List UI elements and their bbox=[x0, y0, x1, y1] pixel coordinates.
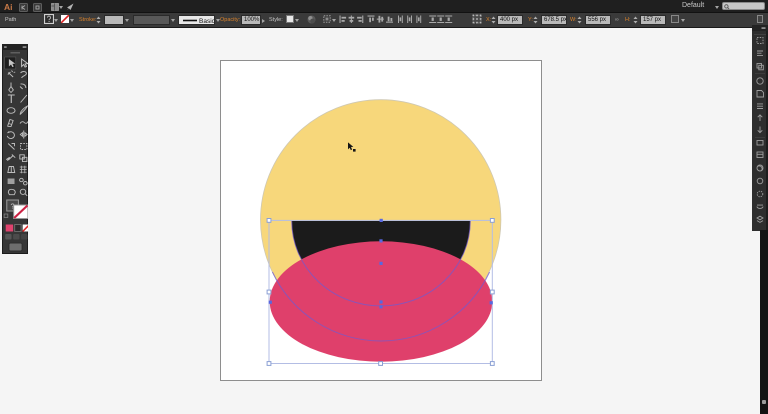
svg-text:Basic: Basic bbox=[199, 18, 215, 24]
